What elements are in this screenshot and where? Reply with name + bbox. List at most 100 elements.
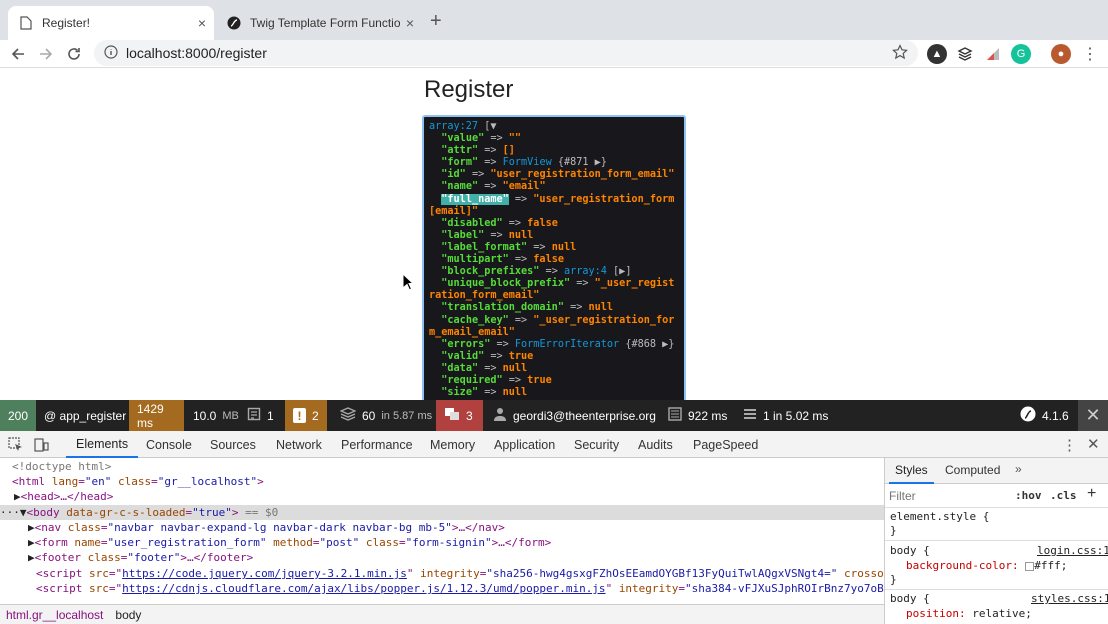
dom-node-script-jquery[interactable]: <script src="https://code.jquery.com/jqu… — [36, 566, 884, 581]
dom-node-html[interactable]: <html lang="en" class="gr__localhost"> — [12, 474, 884, 489]
close-tab-icon[interactable]: × — [198, 15, 206, 31]
user-item[interactable]: geordi3@theenterprise.org — [485, 400, 664, 431]
devtools-tab-performance[interactable]: Performance — [331, 431, 423, 458]
dom-node-form[interactable]: ▶<form name="user_registration_form" met… — [28, 535, 884, 550]
css-declaration[interactable]: background-color: #fff; — [906, 559, 1067, 572]
signal-extension-icon[interactable] — [983, 44, 1003, 64]
avatar[interactable]: ● — [1051, 44, 1071, 64]
arrow: => — [478, 145, 503, 157]
devtools-tab-console[interactable]: Console — [136, 431, 202, 458]
breadcrumb-body[interactable]: body — [109, 608, 147, 622]
add-rule-icon[interactable]: + — [1087, 485, 1096, 503]
twig-item[interactable]: 922 ms — [660, 400, 735, 431]
rule-selector[interactable]: body { — [890, 544, 930, 557]
rule-source-link[interactable]: styles.css:1 — [1031, 592, 1108, 605]
arrow: => — [478, 157, 503, 169]
dump-key: "value" — [441, 133, 485, 145]
color-swatch[interactable] — [1025, 561, 1035, 571]
arrow: => — [508, 314, 534, 326]
dump-header[interactable]: array:27 [▼ — [429, 121, 679, 133]
breadcrumb-html[interactable]: html.gr__localhost — [0, 608, 109, 622]
translation-item[interactable]: 3 — [436, 400, 483, 431]
css-declaration[interactable]: position: relative; — [906, 607, 1032, 620]
url-text: localhost:8000/register — [126, 45, 267, 61]
tab-title: Register! — [42, 16, 91, 30]
devtools-menu-icon[interactable]: ⋮ — [1062, 436, 1077, 454]
device-toolbar-icon[interactable] — [34, 437, 49, 455]
dump-array-type: array:27 — [429, 121, 479, 132]
dump-value: "" — [508, 133, 522, 145]
element-style-rule[interactable]: element.style { — [890, 510, 989, 523]
devtools-tab-security[interactable]: Security — [564, 431, 629, 458]
status-code-badge[interactable]: 200 — [0, 400, 36, 431]
form-icon — [247, 407, 261, 424]
breadcrumb: html.gr__localhost body — [0, 604, 884, 624]
dom-node-body-selected[interactable]: ···▼<body data-gr-c-s-loaded="true"> == … — [0, 505, 884, 520]
devtools-tab-network[interactable]: Network — [266, 431, 332, 458]
dump-value: true — [527, 374, 552, 386]
dump-toggle: [▼ — [478, 121, 497, 132]
devtools-tab-memory[interactable]: Memory — [420, 431, 485, 458]
dom-node-nav[interactable]: ▶<nav class="navbar navbar-expand-lg nav… — [28, 520, 884, 535]
info-icon[interactable] — [104, 44, 118, 62]
cache-item[interactable]: 1 in 5.02 ms — [735, 400, 836, 431]
arrow: => — [478, 387, 503, 399]
devtools-tab-audits[interactable]: Audits — [628, 431, 683, 458]
class-toggle[interactable]: .cls — [1050, 489, 1077, 502]
devtools-tab-application[interactable]: Application — [484, 431, 565, 458]
translation-icon — [444, 407, 460, 424]
symfony-logo-icon — [1020, 406, 1036, 425]
devtools-tab-sources[interactable]: Sources — [200, 431, 266, 458]
styles-filter-input[interactable] — [889, 487, 1005, 505]
symfony-icon — [226, 15, 242, 31]
tab-register[interactable]: Register! × — [8, 6, 214, 40]
close-tab-icon[interactable]: × — [406, 15, 414, 31]
route-item[interactable]: @ app_register — [36, 400, 134, 431]
symfony-version-item[interactable]: 4.1.6 — [1012, 400, 1077, 431]
hover-state-toggle[interactable]: :hov — [1015, 489, 1042, 502]
dom-node-footer[interactable]: ▶<footer class="footer">…</footer> — [28, 550, 884, 565]
dump-value-continued: [email]" — [429, 205, 479, 217]
forms-item[interactable]: 1 — [239, 400, 282, 431]
address-bar[interactable]: localhost:8000/register — [94, 40, 918, 66]
tab-twig-docs[interactable]: Twig Template Form Function a × — [216, 6, 422, 40]
bookmark-star-icon[interactable] — [892, 44, 908, 63]
reload-icon[interactable] — [62, 42, 86, 66]
dump-value-continued: m_email_email" — [429, 326, 515, 338]
menu-kebab-icon[interactable]: ⋮ — [1078, 42, 1102, 66]
close-toolbar-icon[interactable]: ✕ — [1078, 400, 1108, 431]
dump-row-continued: ration_form_email" — [429, 290, 679, 302]
devtools-tab-pagespeed[interactable]: PageSpeed — [683, 431, 768, 458]
dom-node-doctype[interactable]: <!doctype html> — [12, 459, 884, 474]
layers-extension-icon[interactable] — [955, 44, 975, 64]
dump-key: "valid" — [441, 350, 485, 362]
dump-row: "block_prefixes" => array:4 [▶] — [429, 266, 679, 278]
back-icon[interactable] — [6, 42, 30, 66]
more-tabs-icon[interactable]: » — [1015, 462, 1022, 476]
rule-source-link[interactable]: login.css:1 — [1037, 544, 1108, 557]
inspect-element-icon[interactable] — [8, 437, 23, 455]
tab-computed[interactable]: Computed — [945, 458, 1000, 482]
warnings-item[interactable]: ! 2 — [285, 400, 327, 431]
dom-node-head[interactable]: ▶<head>…</head> — [14, 489, 884, 504]
database-item[interactable]: 60 in 5.87 ms — [332, 400, 440, 431]
dump-key: "form" — [441, 157, 479, 169]
dump-value: "user_registration_form_email" — [490, 169, 675, 181]
close-devtools-icon[interactable]: ✕ — [1087, 435, 1100, 453]
dump-row: "data" => null — [429, 363, 679, 375]
extension-icon[interactable]: ▲ — [927, 44, 947, 64]
rule-selector[interactable]: body { — [890, 592, 930, 605]
memory-item[interactable]: 10.0 MB — [185, 400, 247, 431]
devtools-tab-elements[interactable]: Elements — [66, 431, 139, 458]
grammarly-icon[interactable]: G — [1011, 44, 1031, 64]
symfony-debug-toolbar: 200 @ app_register 1429 ms 10.0 MB 1 ! 2… — [0, 400, 1108, 431]
request-time-item[interactable]: 1429 ms — [129, 400, 184, 431]
forward-icon[interactable] — [34, 42, 58, 66]
dump-key: "id" — [441, 169, 466, 181]
dom-node-script-popper[interactable]: <script src="https://cdnjs.cloudflare.co… — [36, 581, 884, 596]
var-dump-panel: array:27 [▼ "value" => "" "attr" => [] "… — [422, 115, 686, 400]
tab-styles[interactable]: Styles — [889, 458, 934, 484]
dump-row: "attr" => [] — [429, 145, 679, 157]
new-tab-button[interactable]: + — [430, 10, 442, 33]
